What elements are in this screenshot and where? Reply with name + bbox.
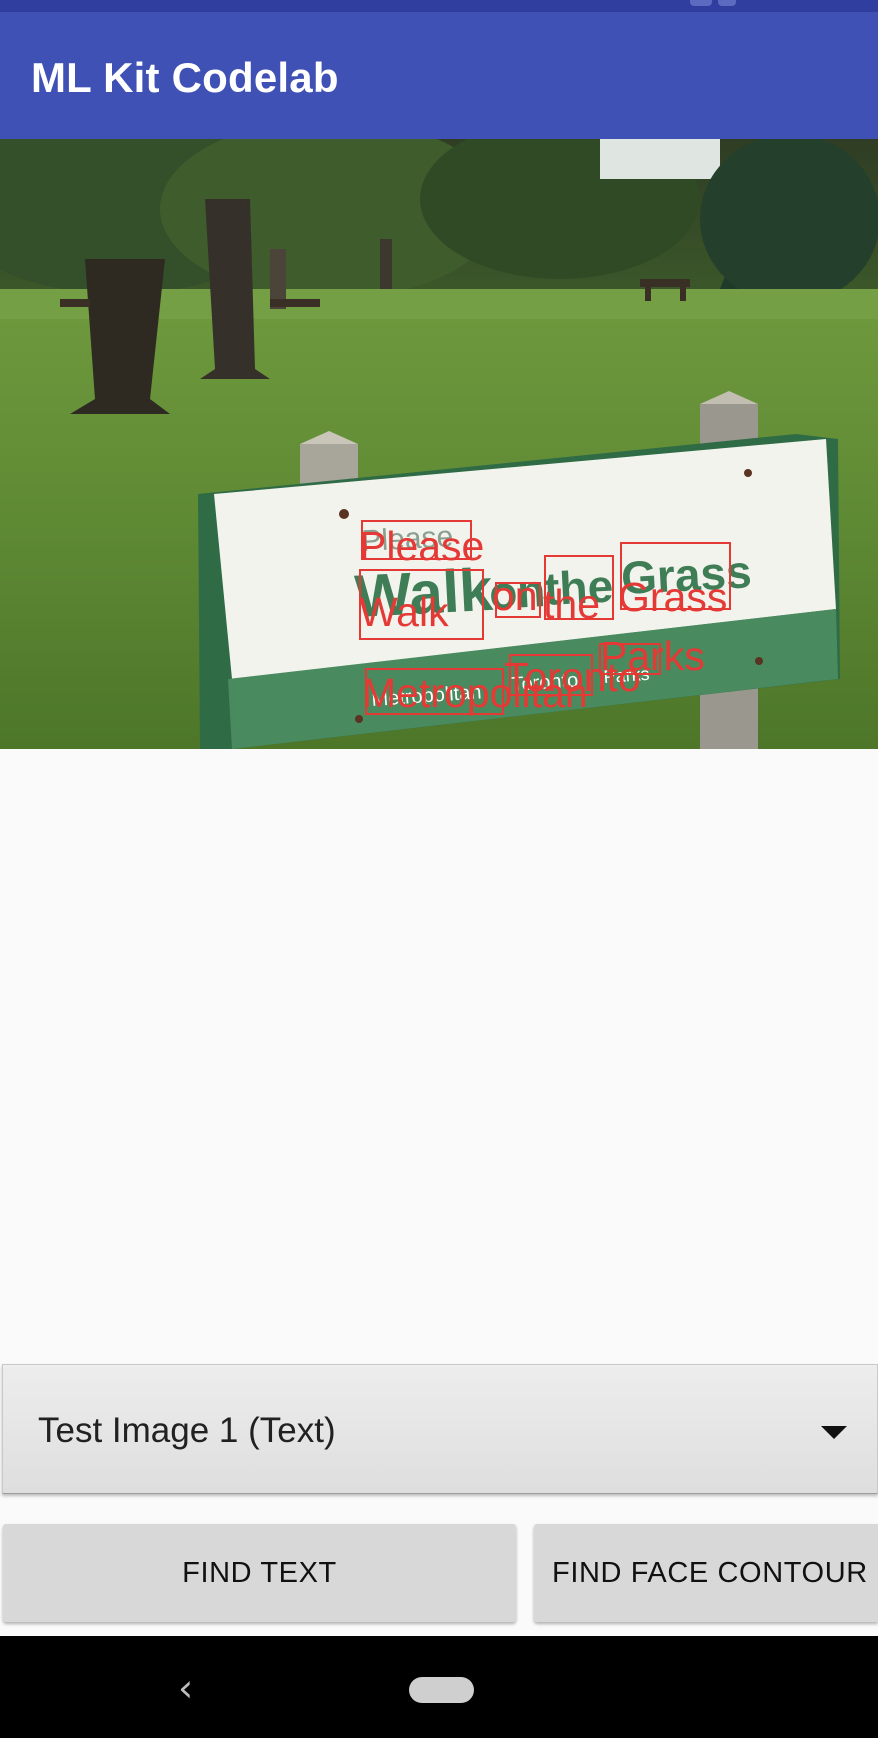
status-bar [0, 0, 878, 12]
find-text-button[interactable]: FIND TEXT [3, 1524, 516, 1622]
app-title: ML Kit Codelab [31, 54, 339, 101]
result-image: Please Walk on the Grass Metropolitan To… [0, 139, 878, 749]
overlay-label: Walk [359, 589, 449, 635]
overlay-label: Please [359, 523, 484, 569]
test-image-spinner[interactable]: Test Image 1 (Text) [2, 1364, 878, 1494]
signal-icon [690, 0, 712, 6]
overlay-label: Grass [618, 574, 727, 620]
app-bar: ML Kit Codelab [0, 12, 878, 139]
find-face-contour-button[interactable]: FIND FACE CONTOUR [534, 1524, 878, 1622]
park-sign-photo: Please Walk on the Grass Metropolitan To… [0, 139, 878, 749]
overlay-label: Parks [600, 633, 705, 679]
system-navigation-bar: ‹ [0, 1636, 878, 1738]
overlay-label: the [543, 581, 600, 627]
home-pill-icon[interactable] [409, 1677, 474, 1703]
back-icon[interactable]: ‹ [178, 1666, 193, 1710]
spinner-selected-value: Test Image 1 (Text) [38, 1411, 336, 1450]
dropdown-arrow-icon[interactable] [821, 1426, 847, 1439]
battery-icon [718, 0, 736, 6]
overlay-label: on [492, 573, 538, 619]
